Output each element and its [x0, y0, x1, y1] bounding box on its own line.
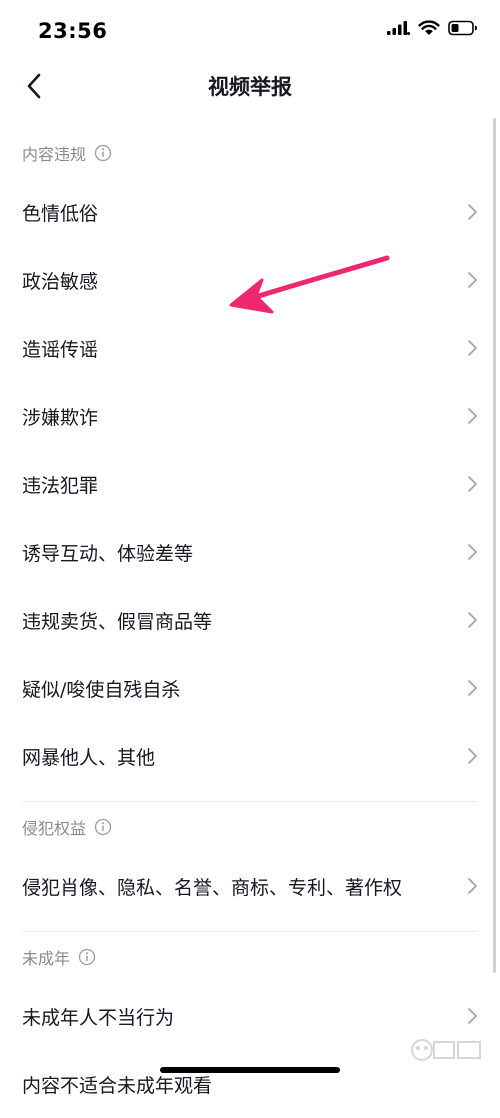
list-item-label: 违法犯罪	[22, 474, 99, 497]
section-header-rights-infringement: 侵犯权益	[0, 802, 500, 852]
status-bar: 23:56	[0, 0, 500, 62]
chevron-right-icon	[466, 475, 478, 493]
list-item-label: 诱导互动、体验差等	[22, 542, 194, 565]
status-icons	[386, 20, 478, 36]
chevron-right-icon	[466, 747, 478, 765]
battery-icon	[448, 20, 477, 36]
list-item-label: 违规卖货、假冒商品等	[22, 610, 213, 633]
chevron-right-icon	[466, 877, 478, 895]
chevron-right-icon	[466, 339, 478, 357]
list-item[interactable]: 违规卖货、假冒商品等	[0, 586, 500, 654]
list-item-label: 网暴他人、其他	[22, 746, 156, 769]
status-time: 23:56	[38, 19, 108, 43]
list-item[interactable]: 疑似/唆使自残自杀	[0, 654, 500, 722]
chevron-right-icon	[466, 1007, 478, 1025]
section-header-minors: 未成年	[0, 932, 500, 982]
list-item-label: 色情低俗	[22, 202, 99, 225]
info-icon[interactable]	[78, 948, 96, 966]
info-icon[interactable]	[94, 144, 112, 162]
list-item-label: 造谣传谣	[22, 338, 99, 361]
list-item-label: 侵犯肖像、隐私、名誉、商标、专利、著作权	[22, 876, 403, 899]
list-item-label: 内容不适合未成年观看	[22, 1074, 213, 1097]
list-item[interactable]: 侵犯肖像、隐私、名誉、商标、专利、著作权	[0, 852, 500, 920]
page-title: 视频举报	[208, 75, 292, 99]
list-item[interactable]: 涉嫌欺诈	[0, 382, 500, 450]
chevron-right-icon	[466, 271, 478, 289]
chevron-right-icon	[466, 203, 478, 221]
info-icon[interactable]	[94, 818, 112, 836]
chevron-right-icon	[466, 407, 478, 425]
list-item[interactable]: 造谣传谣	[0, 314, 500, 382]
list-item[interactable]: 网暴他人、其他	[0, 722, 500, 790]
list-item-label: 政治敏感	[22, 270, 99, 293]
chevron-right-icon	[466, 543, 478, 561]
signal-icon	[387, 21, 410, 35]
report-reasons-list: 内容违规 色情低俗 政治敏感 造谣传谣 涉嫌欺诈 违法犯罪 诱导互动、体验差等 …	[0, 128, 500, 1118]
list-item-label: 涉嫌欺诈	[22, 406, 99, 429]
nav-bar: 视频举报	[0, 62, 500, 112]
chevron-right-icon	[466, 611, 478, 629]
list-item[interactable]: 色情低俗	[0, 178, 500, 246]
list-item[interactable]: 违法犯罪	[0, 450, 500, 518]
section-title: 侵犯权益	[22, 819, 87, 838]
wifi-icon	[418, 20, 440, 35]
home-indicator[interactable]	[160, 1067, 340, 1073]
watermark-logo-icon	[411, 1039, 481, 1061]
section-title: 未成年	[22, 949, 71, 968]
section-title: 内容违规	[22, 145, 87, 164]
list-item-label: 未成年人不当行为	[22, 1006, 175, 1029]
list-item[interactable]: 政治敏感	[0, 246, 500, 314]
list-item[interactable]: 诱导互动、体验差等	[0, 518, 500, 586]
list-item-label: 疑似/唆使自残自杀	[22, 678, 181, 701]
section-header-content-violation: 内容违规	[0, 128, 500, 178]
chevron-right-icon	[466, 679, 478, 697]
